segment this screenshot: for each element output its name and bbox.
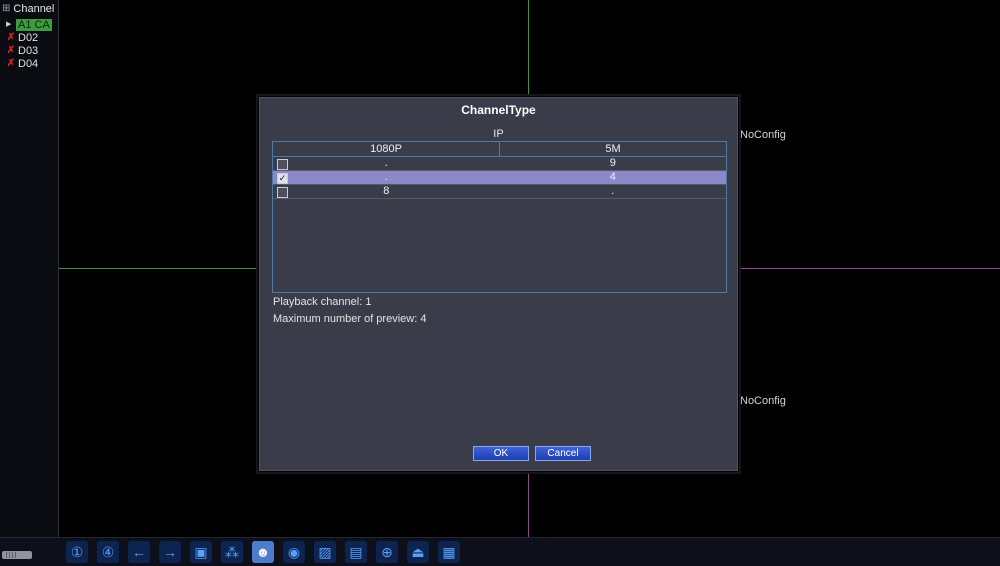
playback-channel-info: Playback channel: 1 [273,296,372,308]
ptz-control-icon[interactable]: ◉ [283,541,305,563]
pip-view-icon[interactable]: ▣ [190,541,212,563]
cell-5m: 4 [609,171,616,183]
channel-item-d02[interactable]: ✗ D02 [0,31,58,44]
cell-1080p: . [384,157,388,169]
no-signal-x-icon: ✗ [6,57,16,69]
channel-tree-header: ⊞ Channel [0,0,58,18]
ok-button[interactable]: OK [473,446,529,461]
quad-screen-view-icon[interactable]: ④ [97,541,119,563]
channel-type-table: 1080P 5M . 9 ✓ . 4 8 . [272,141,727,293]
table-row-selected[interactable]: ✓ . 4 [273,171,726,185]
cell-1080p: 8 [383,185,390,197]
nvr-live-view-screen: { "sidebar": { "header_glyph": "⊞", "tit… [0,0,1000,566]
bottom-toolbar: ① ④ ← → ▣ ⁂ ☻ ◉ ▨ ▤ ⊕ ⏏ ▦ [0,537,1000,566]
network-icon[interactable]: ⊕ [376,541,398,563]
channel-item-d03[interactable]: ✗ D03 [0,44,58,57]
table-row[interactable]: . 9 [273,157,726,171]
account-icon[interactable]: ☻ [252,541,274,563]
channel-item-label: A1 CA [16,18,52,31]
dialog-title: ChannelType [461,103,536,117]
channel-tree-title: Channel [13,3,55,15]
channel-item-d04[interactable]: ✗ D04 [0,57,58,70]
cancel-button[interactable]: Cancel [535,446,591,461]
channel-item-a1[interactable]: ▶ A1 CA [0,18,58,31]
column-header-1080p: 1080P [273,142,500,156]
previous-page-icon[interactable]: ← [128,541,150,563]
column-header-5m: 5M [605,143,621,155]
table-row[interactable]: 8 . [273,185,726,199]
scrollbar-grip-icon [6,552,17,558]
cell-1080p: . [384,171,388,183]
no-signal-x-icon: ✗ [6,31,16,43]
channel-type-dialog: ChannelType IP 1080P 5M . 9 ✓ . 4 8 . Pl… [258,96,739,472]
tree-root-icon: ⊞ [2,3,11,14]
channel-tree-panel: ⊞ Channel ▶ A1 CA ✗ D02 ✗ D03 ✗ D04 [0,0,59,537]
channel-item-label: D04 [18,57,39,70]
next-page-icon[interactable]: → [159,541,181,563]
max-preview-info: Maximum number of preview: 4 [273,313,427,325]
toolbar-icons: ① ④ ← → ▣ ⁂ ☻ ◉ ▨ ▤ ⊕ ⏏ ▦ [66,541,460,563]
row-checkbox-checked[interactable]: ✓ [277,173,288,184]
color-setting-icon[interactable]: ▨ [314,541,336,563]
cell-5m: 9 [609,157,616,169]
table-header-row: 1080P 5M [273,142,726,157]
channel-type-grid-icon[interactable]: ▦ [438,541,460,563]
storage-eject-icon[interactable]: ⏏ [407,541,429,563]
output-adjust-icon[interactable]: ▤ [345,541,367,563]
noconfig-label-bottom-right: NoConfig [740,395,786,407]
no-signal-x-icon: ✗ [6,44,16,56]
row-checkbox[interactable] [277,187,288,198]
tree-horizontal-scrollbar[interactable] [2,551,32,559]
play-arrow-icon: ▶ [6,20,12,28]
single-screen-view-icon[interactable]: ① [66,541,88,563]
cell-5m: . [611,185,615,197]
noconfig-label-top-right: NoConfig [740,129,786,141]
channel-item-label: D03 [18,44,39,57]
tour-icon[interactable]: ⁂ [221,541,243,563]
ip-section-label: IP [493,128,504,140]
row-checkbox[interactable] [277,159,288,170]
channel-item-label: D02 [18,31,39,44]
